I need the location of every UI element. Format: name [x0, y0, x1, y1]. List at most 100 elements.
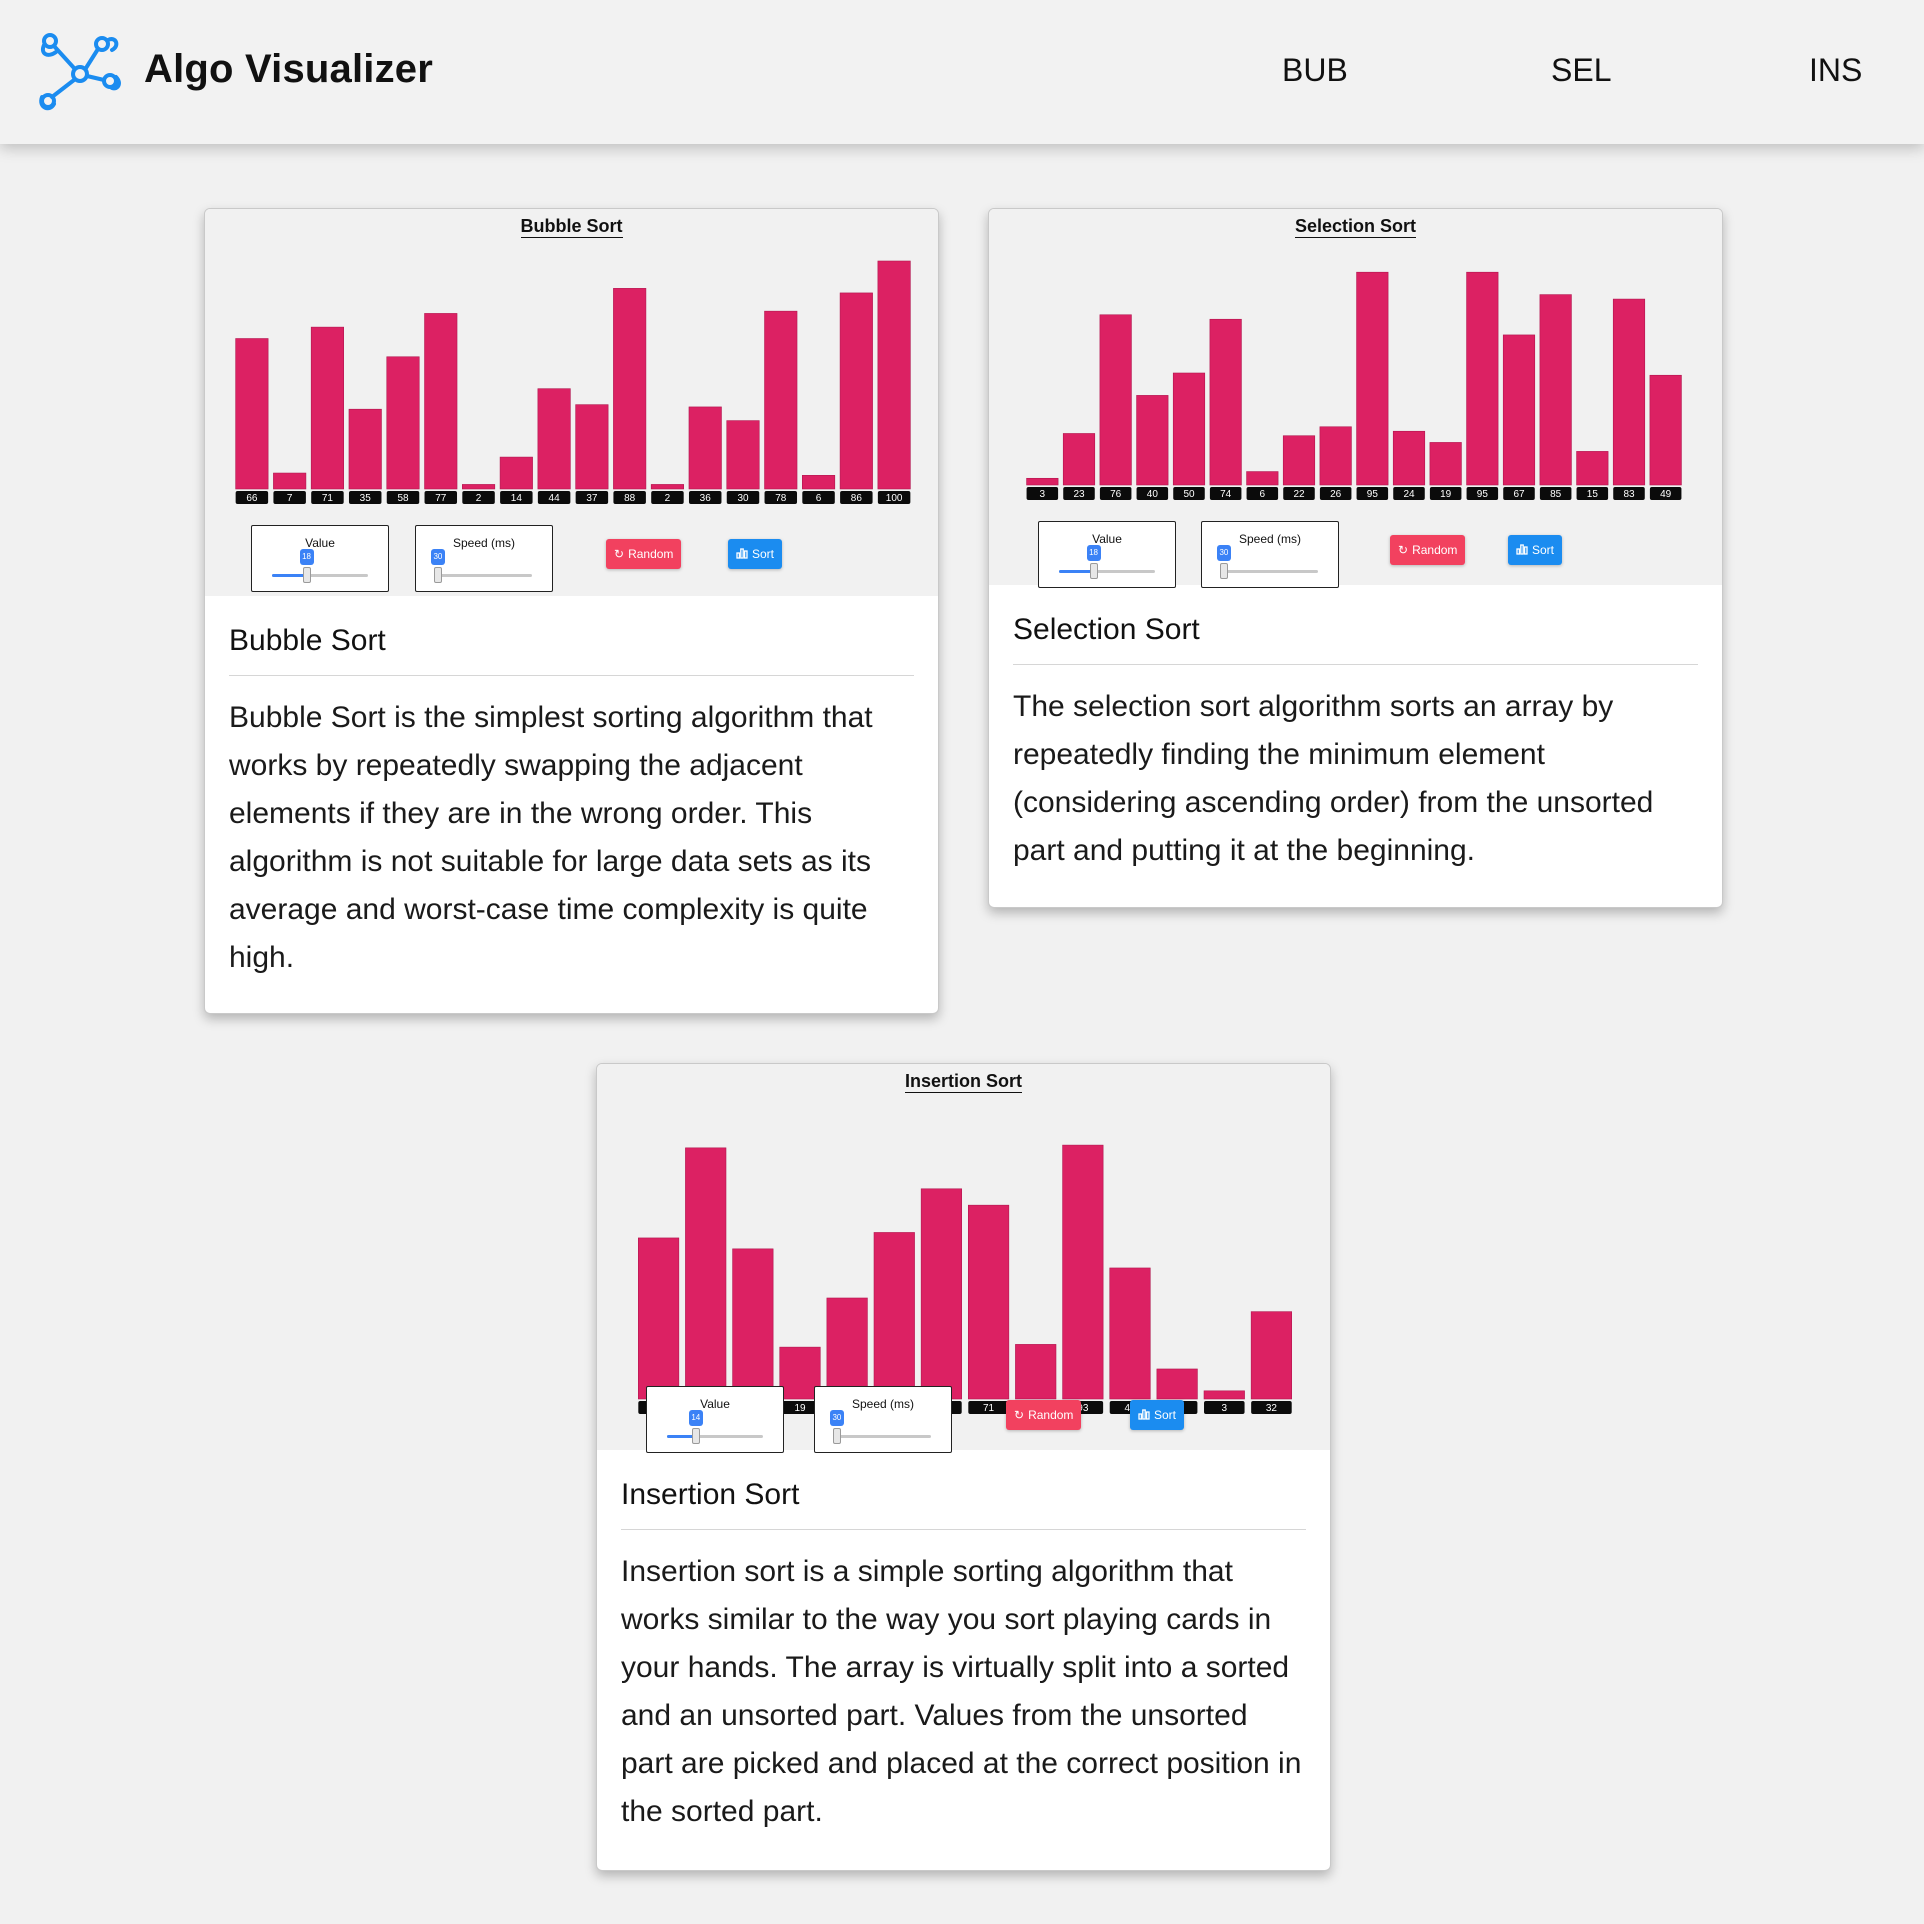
visualizer-panel: Insertion Sort 5992551937617771209348113…	[597, 1064, 1330, 1453]
speed-slider-thumb[interactable]	[832, 1428, 841, 1444]
speed-slider-thumb[interactable]	[433, 567, 442, 583]
chart-bar	[1282, 435, 1316, 486]
bar-value-label: 71	[322, 493, 334, 504]
bar-value-label: 74	[1220, 489, 1232, 500]
sort-button-label: Sort	[752, 547, 775, 561]
speed-slider[interactable]: 30	[1216, 545, 1318, 579]
chart-bar	[273, 472, 307, 490]
algorithm-title: Selection Sort	[1013, 585, 1698, 665]
chart-bar	[1539, 294, 1572, 486]
speed-label: Speed (ms)	[851, 1397, 915, 1411]
bar-value-label: 37	[586, 493, 598, 504]
bar-value-label: 100	[886, 493, 903, 504]
bar-chart: 66 7 71 35 58 77 2 14 44 37 88 2 36 30 78 6 86 100	[235, 260, 911, 504]
refresh-icon: ↻	[1398, 543, 1409, 557]
bar-value-label: 88	[624, 493, 636, 504]
chart-bar	[1099, 314, 1132, 486]
random-button[interactable]: ↻ Random	[606, 539, 682, 569]
bar-chart-icon	[736, 547, 748, 562]
chart-bar	[1136, 395, 1169, 486]
bar-value-label: 3	[1040, 489, 1046, 500]
bar-value-label: 95	[1367, 489, 1379, 500]
navbar: Algo Visualizer BUB SEL INS	[0, 0, 1924, 144]
chart-bar	[310, 326, 344, 490]
chart-bar	[726, 420, 760, 490]
bar-chart-icon	[1516, 543, 1528, 558]
algorithm-title: Bubble Sort	[229, 596, 914, 676]
bar-value-label: 50	[1183, 489, 1195, 500]
bar-value-label: 49	[1660, 489, 1672, 500]
bar-value-label: 58	[397, 493, 409, 504]
chart-bar	[424, 313, 458, 490]
chart-bar	[650, 484, 684, 490]
algorithm-description: Bubble Sort is the simplest sorting algo…	[229, 701, 873, 974]
random-button[interactable]: ↻ Random	[1390, 535, 1466, 565]
chart-bar	[348, 408, 382, 490]
brand-title[interactable]: Algo Visualizer	[144, 47, 433, 92]
nav-link-insertion[interactable]: INS	[1809, 52, 1862, 89]
refresh-icon: ↻	[1014, 1408, 1025, 1422]
bar-value-label: 7	[287, 493, 293, 504]
bar-value-label: 77	[435, 493, 447, 504]
bar-value-label: 35	[360, 493, 372, 504]
visualizer-title: Insertion Sort	[904, 1071, 1022, 1093]
speed-slider[interactable]: 30	[829, 1410, 931, 1444]
bar-value-label: 6	[816, 493, 822, 504]
bar-value-label: 36	[700, 493, 712, 504]
nav-link-bubble[interactable]: BUB	[1282, 52, 1348, 89]
value-slider-fill	[1059, 570, 1094, 573]
value-slider[interactable]: 18	[1059, 545, 1155, 579]
speed-slider-thumb[interactable]	[1219, 563, 1228, 579]
chart-bar	[839, 292, 873, 490]
chart-bar	[499, 456, 533, 490]
chart-bar	[1502, 334, 1536, 486]
bar-value-label: 85	[1550, 489, 1562, 500]
bar-value-label: 2	[665, 493, 671, 504]
description-section: Insertion Sort Insertion sort is a simpl…	[621, 1450, 1306, 1836]
chart-bar	[1203, 1390, 1245, 1400]
speed-slider-box: Speed (ms) 30	[814, 1386, 952, 1453]
value-slider-thumb[interactable]	[1089, 563, 1098, 579]
bar-value-label: 83	[1623, 489, 1635, 500]
random-button[interactable]: ↻ Random	[1006, 1400, 1082, 1430]
speed-slider[interactable]: 30	[430, 549, 532, 583]
chart-bar	[920, 1188, 962, 1400]
algorithm-description: The selection sort algorithm sorts an ar…	[1013, 690, 1654, 867]
chart-bar	[637, 1237, 680, 1400]
chart-bar	[1649, 374, 1682, 486]
speed-label: Speed (ms)	[1238, 532, 1302, 546]
value-slider[interactable]: 14	[667, 1410, 763, 1444]
chart-bar	[1109, 1267, 1151, 1400]
molecule-network-icon[interactable]	[36, 28, 124, 116]
sort-button-label: Sort	[1532, 543, 1555, 557]
chart-bar	[877, 260, 911, 490]
value-slider-thumb[interactable]	[691, 1428, 700, 1444]
chart-bar	[1062, 1144, 1104, 1400]
chart-bar	[764, 310, 798, 490]
chart-bar	[537, 388, 571, 490]
value-slider[interactable]: 18	[272, 549, 368, 583]
chart-bar	[1246, 471, 1279, 486]
chart-bar	[802, 475, 836, 490]
chart-bar	[386, 356, 420, 490]
chart-bar	[1392, 430, 1426, 486]
bar-value-label: 23	[1073, 489, 1085, 500]
value-slider-thumb[interactable]	[302, 567, 311, 583]
bar-value-label: 15	[1587, 489, 1599, 500]
chart-bar	[688, 406, 722, 490]
sort-button[interactable]: Sort	[1130, 1400, 1185, 1430]
nav-link-selection[interactable]: SEL	[1551, 52, 1611, 89]
chart-bar	[732, 1248, 774, 1400]
chart-bar	[1015, 1344, 1057, 1400]
sort-button[interactable]: Sort	[728, 539, 783, 569]
bar-value-label: 26	[1330, 489, 1342, 500]
bar-value-label: 30	[737, 493, 749, 504]
random-button-label: Random	[628, 547, 674, 561]
value-label: Value	[700, 1397, 730, 1411]
bar-value-label: 86	[851, 493, 863, 504]
bar-value-label: 22	[1293, 489, 1305, 500]
sort-button[interactable]: Sort	[1508, 535, 1563, 565]
speed-slider-box: Speed (ms) 30	[1201, 521, 1339, 588]
chart-bar	[1429, 442, 1462, 486]
chart-bar	[967, 1204, 1010, 1400]
